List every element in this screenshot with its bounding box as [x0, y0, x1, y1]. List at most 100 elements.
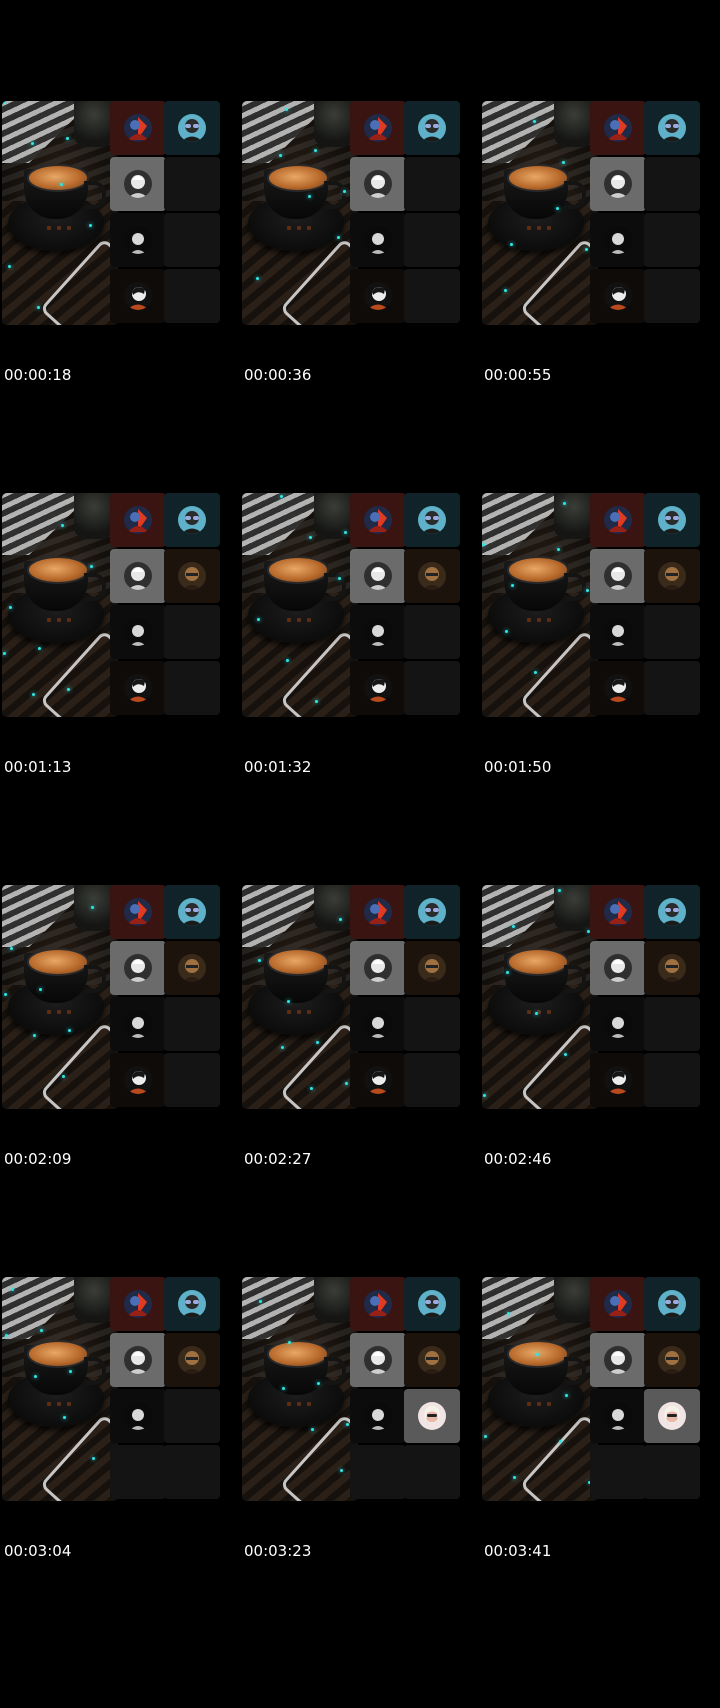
- participant-tile[interactable]: [110, 101, 166, 155]
- participant-tile[interactable]: [350, 157, 406, 211]
- participant-tile[interactable]: [590, 549, 646, 603]
- frame-thumbnail[interactable]: [482, 885, 718, 1109]
- frame-thumbnail[interactable]: [482, 101, 718, 325]
- participant-tile[interactable]: [110, 661, 166, 715]
- participant-tile[interactable]: [110, 997, 166, 1051]
- participant-tile[interactable]: [644, 101, 700, 155]
- participant-tile[interactable]: [350, 885, 406, 939]
- video-frame[interactable]: 00:00:18: [0, 0, 240, 427]
- participant-tile[interactable]: [164, 1333, 220, 1387]
- participant-tile[interactable]: [350, 549, 406, 603]
- participant-tile[interactable]: [590, 605, 646, 659]
- participant-tile[interactable]: [590, 997, 646, 1051]
- frame-thumbnail[interactable]: [2, 1277, 238, 1501]
- participant-tile[interactable]: [404, 1333, 460, 1387]
- participant-tile[interactable]: [350, 269, 406, 323]
- participant-tile[interactable]: [590, 101, 646, 155]
- participant-tile[interactable]: [110, 941, 166, 995]
- frame-thumbnail[interactable]: [482, 493, 718, 717]
- red-blue-hero-avatar-icon: [364, 898, 392, 926]
- participant-tile[interactable]: [164, 549, 220, 603]
- video-frame[interactable]: 00:02:27: [240, 784, 480, 1211]
- participant-tile[interactable]: [110, 605, 166, 659]
- frame-thumbnail[interactable]: [2, 493, 238, 717]
- participant-tile[interactable]: [350, 101, 406, 155]
- video-frame[interactable]: 00:03:41: [480, 1176, 720, 1603]
- participant-tile[interactable]: [110, 1053, 166, 1107]
- participant-tile[interactable]: [404, 493, 460, 547]
- video-frame[interactable]: 00:00:36: [240, 0, 480, 427]
- participant-tile[interactable]: [350, 1333, 406, 1387]
- participant-tile[interactable]: [350, 1389, 406, 1443]
- participant-tile[interactable]: [590, 1389, 646, 1443]
- coffee-photo: [482, 1277, 598, 1501]
- participant-tile[interactable]: [590, 213, 646, 267]
- participant-tile[interactable]: [110, 1389, 166, 1443]
- video-frame[interactable]: 00:01:50: [480, 392, 720, 819]
- video-frame[interactable]: 00:02:09: [0, 784, 240, 1211]
- participant-tile[interactable]: [110, 1333, 166, 1387]
- participant-tile[interactable]: [110, 269, 166, 323]
- participant-tile[interactable]: [164, 101, 220, 155]
- video-frame[interactable]: 00:03:04: [0, 1176, 240, 1603]
- particle: [285, 108, 288, 111]
- frame-thumbnail[interactable]: [242, 1277, 478, 1501]
- participant-tile[interactable]: [164, 885, 220, 939]
- participant-tile[interactable]: [404, 1389, 460, 1443]
- particle: [282, 1387, 285, 1390]
- participant-tile[interactable]: [164, 1277, 220, 1331]
- participant-tile[interactable]: [404, 941, 460, 995]
- participant-tile[interactable]: [350, 605, 406, 659]
- frame-thumbnail[interactable]: [2, 885, 238, 1109]
- participant-tile[interactable]: [110, 493, 166, 547]
- participant-tile[interactable]: [590, 493, 646, 547]
- participant-tile[interactable]: [590, 661, 646, 715]
- video-frame[interactable]: 00:00:55: [480, 0, 720, 427]
- participant-tile[interactable]: [350, 941, 406, 995]
- participant-tile[interactable]: [164, 493, 220, 547]
- participant-tile[interactable]: [644, 1277, 700, 1331]
- participant-tile[interactable]: [404, 549, 460, 603]
- participant-tile[interactable]: [644, 549, 700, 603]
- video-frame[interactable]: 00:01:32: [240, 392, 480, 819]
- participant-tile[interactable]: [350, 1277, 406, 1331]
- participant-tile[interactable]: [404, 1277, 460, 1331]
- frame-thumbnail[interactable]: [242, 101, 478, 325]
- participant-tile[interactable]: [350, 213, 406, 267]
- frame-thumbnail[interactable]: [482, 1277, 718, 1501]
- particle: [67, 688, 70, 691]
- participant-tile[interactable]: [110, 1277, 166, 1331]
- participant-tile[interactable]: [590, 269, 646, 323]
- participant-tile[interactable]: [110, 213, 166, 267]
- participant-tile[interactable]: [110, 885, 166, 939]
- participant-tile[interactable]: [590, 157, 646, 211]
- participant-tile[interactable]: [350, 997, 406, 1051]
- video-frame[interactable]: 00:03:23: [240, 1176, 480, 1603]
- participant-tile[interactable]: [590, 1333, 646, 1387]
- participant-tile[interactable]: [404, 885, 460, 939]
- participant-tile[interactable]: [350, 661, 406, 715]
- participant-tile[interactable]: [110, 157, 166, 211]
- participant-tile[interactable]: [590, 941, 646, 995]
- participant-tile[interactable]: [644, 885, 700, 939]
- participant-tile[interactable]: [644, 941, 700, 995]
- participant-tile[interactable]: [164, 941, 220, 995]
- participant-tile[interactable]: [350, 493, 406, 547]
- frame-thumbnail[interactable]: [242, 493, 478, 717]
- frame-thumbnail[interactable]: [242, 885, 478, 1109]
- video-frame[interactable]: 00:01:13: [0, 392, 240, 819]
- red-blue-hero-avatar-icon: [124, 1290, 152, 1318]
- participant-tile[interactable]: [404, 101, 460, 155]
- frame-thumbnail[interactable]: [2, 101, 238, 325]
- participant-tile[interactable]: [590, 1277, 646, 1331]
- cup-handle: [84, 965, 106, 993]
- participant-tile[interactable]: [590, 1053, 646, 1107]
- participant-tile[interactable]: [590, 885, 646, 939]
- participant-tile[interactable]: [110, 549, 166, 603]
- empty-tile: [110, 1445, 166, 1499]
- participant-tile[interactable]: [644, 493, 700, 547]
- participant-tile[interactable]: [644, 1389, 700, 1443]
- participant-tile[interactable]: [644, 1333, 700, 1387]
- participant-tile[interactable]: [350, 1053, 406, 1107]
- video-frame[interactable]: 00:02:46: [480, 784, 720, 1211]
